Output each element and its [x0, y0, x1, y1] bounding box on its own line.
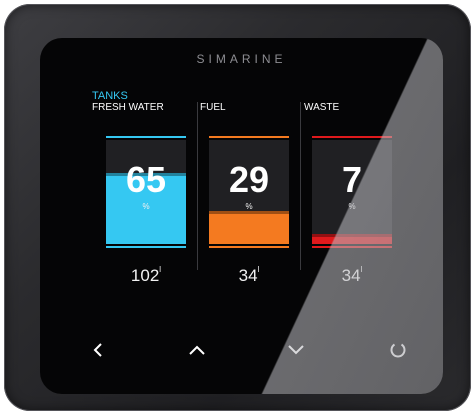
tank-level-value: 65	[125, 159, 167, 200]
capacity-value: 34	[238, 266, 258, 285]
tank-label-waste: WASTE	[304, 102, 340, 113]
back-button[interactable]	[84, 336, 112, 364]
tank-label-fuel: FUEL	[200, 102, 226, 113]
up-button[interactable]	[183, 336, 211, 364]
chevron-down-icon	[288, 345, 304, 355]
gauge-bottom-line	[106, 246, 186, 248]
gauge-fill	[312, 233, 392, 244]
circle-refresh-icon	[390, 343, 406, 358]
gauge-top-line	[106, 136, 186, 138]
gauge-body: 7 %	[312, 140, 392, 244]
tank-level-unit: %	[245, 202, 253, 211]
tank-gauge-fuel: 29 %	[209, 136, 289, 248]
gauge-top-line	[312, 136, 392, 138]
section-title: TANKS	[92, 90, 128, 102]
tank-level-unit: %	[348, 202, 356, 211]
display-screen: SIMARINE TANKS FRESH WATER FUEL WASTE 65…	[40, 38, 443, 394]
gauge-body: 65 %	[106, 140, 186, 244]
chevron-left-icon	[93, 343, 102, 357]
gauge-top-line	[209, 136, 289, 138]
down-button[interactable]	[282, 336, 310, 364]
brand-logo: SIMARINE	[196, 52, 287, 66]
gauge-bottom-line	[209, 246, 289, 248]
tank-capacity-fuel: 34l	[209, 265, 289, 286]
tank-label-fresh-water: FRESH WATER	[92, 102, 164, 113]
gauge-body: 29 %	[209, 140, 289, 244]
capacity-unit: l	[360, 265, 363, 274]
gauge-bottom-line	[312, 246, 392, 248]
tank-gauge-waste: 7 %	[312, 136, 392, 248]
capacity-unit: l	[257, 265, 260, 274]
tank-level-value: 29	[228, 159, 270, 200]
capacity-value: 34	[341, 266, 361, 285]
device-bezel: SIMARINE TANKS FRESH WATER FUEL WASTE 65…	[4, 4, 471, 411]
tank-gauge-fresh-water: 65 %	[106, 136, 186, 248]
column-divider	[197, 102, 198, 270]
tank-capacity-waste: 34l	[312, 265, 392, 286]
tank-level-unit: %	[142, 202, 150, 211]
gauge-fill	[209, 210, 289, 244]
column-divider	[300, 102, 301, 270]
capacity-unit: l	[159, 265, 162, 274]
chevron-up-icon	[189, 345, 205, 355]
tank-capacity-fresh-water: 102l	[106, 265, 186, 286]
menu-button[interactable]	[384, 336, 412, 364]
tank-level-value: 7	[341, 159, 363, 200]
capacity-value: 102	[130, 266, 160, 285]
